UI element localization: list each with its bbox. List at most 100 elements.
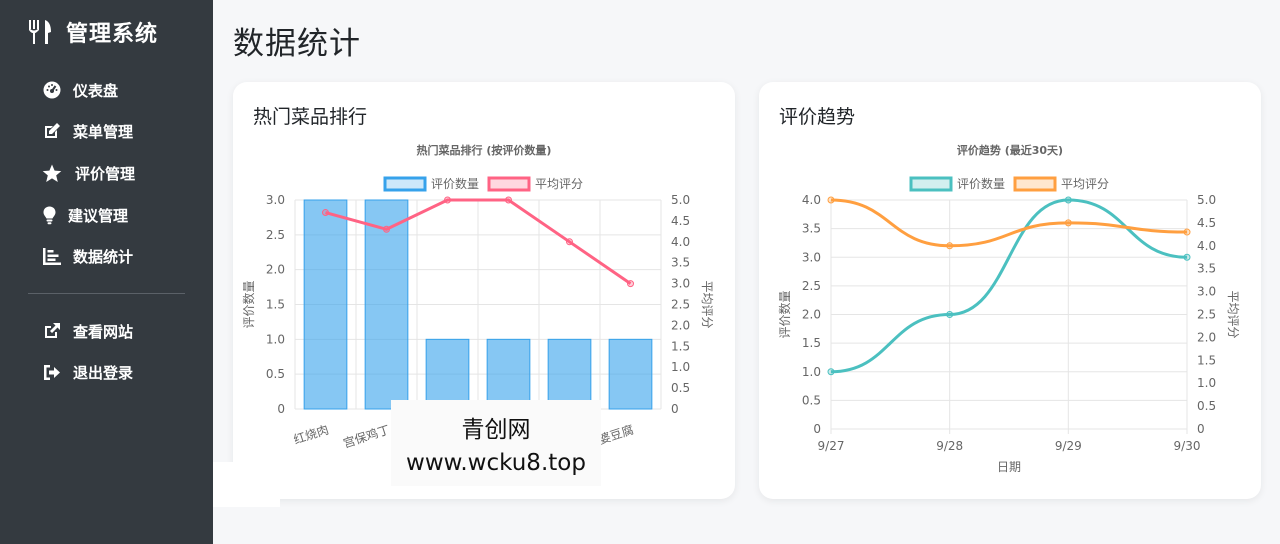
y2-tick-label: 2.0	[671, 318, 690, 332]
sidebar-divider	[28, 293, 185, 294]
bar	[303, 199, 348, 410]
sidebar-item-label: 建议管理	[68, 206, 129, 225]
watermark-url: www.wcku8.top	[406, 450, 586, 476]
star-icon	[42, 163, 62, 183]
sidebar-item-label: 数据统计	[73, 247, 134, 266]
page-title: 数据统计	[233, 26, 361, 62]
bar	[486, 338, 531, 410]
sidebar-item-label: 评价管理	[75, 164, 136, 183]
y-axis-label: 评价数量	[777, 290, 792, 338]
y-tick-label: 2.0	[266, 263, 285, 277]
y-tick-label: 1.0	[802, 365, 821, 379]
brand[interactable]: 管理系统	[28, 14, 158, 50]
review-trend-card: 评价趋势 评价趋势 (最近30天) 评价数量 平均评分 0 0.5 1.0 1.5 2.0 2.…	[759, 82, 1261, 499]
y-tick-label: 2.5	[802, 279, 821, 293]
y-tick-label: 3.0	[266, 193, 285, 207]
x-tick-label: 9/29	[1055, 439, 1082, 453]
watermark: 青创网 www.wcku8.top	[391, 400, 601, 486]
sidebar-item-logout[interactable]: 退出登录	[42, 359, 133, 385]
y2-tick-label: 4.5	[1197, 216, 1216, 230]
sidebar-item-label: 查看网站	[73, 322, 134, 341]
data-point	[1183, 228, 1191, 236]
sidebar-item-label: 退出登录	[73, 363, 134, 382]
y2-tick-label: 2.0	[1197, 330, 1216, 344]
sidebar-item-suggestions[interactable]: 建议管理	[42, 202, 128, 228]
edit-icon	[42, 121, 62, 141]
y2-tick-label: 5.0	[671, 193, 690, 207]
y2-tick-label: 3.0	[671, 277, 690, 291]
legend-label: 平均评分	[1061, 177, 1109, 191]
tachometer-icon	[42, 80, 62, 100]
data-point	[444, 196, 451, 204]
x-tick-label: 宫保鸡丁	[341, 422, 391, 451]
legend-label: 平均评分	[535, 177, 583, 191]
x-tick-label: 红烧肉	[292, 422, 331, 447]
lightbulb-icon	[42, 205, 56, 225]
sign-out-icon	[42, 362, 62, 382]
data-point	[946, 242, 954, 250]
review-trend-chart: 评价趋势 (最近30天) 评价数量 平均评分 0 0.5 1.0 1.5 2.0 2.5 3.0 3…	[777, 143, 1240, 474]
utensils-icon	[29, 20, 51, 44]
y2-tick-label: 3.0	[1197, 285, 1216, 299]
blank-panel	[213, 462, 280, 507]
y2-tick-label: 3.5	[1197, 262, 1216, 276]
y2-axis-label: 平均评分	[700, 280, 714, 328]
y2-tick-label: 1.0	[671, 360, 690, 374]
y2-tick-label: 0	[671, 402, 679, 416]
y2-tick-label: 4.5	[671, 214, 690, 228]
legend-label: 评价数量	[431, 176, 479, 191]
data-point	[827, 196, 835, 204]
sidebar-item-menu[interactable]: 菜单管理	[42, 118, 133, 144]
sidebar: 管理系统 仪表盘 菜单管理 评价管理 建议管理 数据统计 查看网站 退出登录	[0, 0, 213, 544]
data-point	[505, 196, 512, 204]
data-point	[1183, 253, 1191, 261]
data-point	[946, 311, 954, 318]
y2-tick-label: 5.0	[1197, 193, 1216, 207]
watermark-name: 青创网	[461, 417, 531, 443]
sidebar-item-view-site[interactable]: 查看网站	[42, 318, 133, 344]
sidebar-item-label: 仪表盘	[73, 81, 119, 100]
y2-tick-label: 4.0	[1197, 239, 1216, 253]
y2-tick-label: 2.5	[671, 298, 690, 312]
data-point	[322, 209, 329, 217]
y2-tick-label: 0	[1197, 422, 1205, 436]
y-tick-label: 0	[277, 402, 285, 416]
y-tick-label: 0.5	[266, 367, 285, 381]
y-tick-label: 2.0	[802, 308, 821, 322]
y-tick-label: 4.0	[802, 193, 821, 207]
x-axis-label: 日期	[997, 460, 1021, 474]
y-axis-label: 评价数量	[241, 280, 256, 328]
y2-tick-label: 1.5	[1197, 353, 1216, 367]
sidebar-item-statistics[interactable]: 数据统计	[42, 243, 133, 269]
legend-swatch	[1013, 176, 1057, 192]
y-tick-label: 2.5	[266, 228, 285, 242]
y-tick-label: 0.5	[802, 393, 821, 407]
data-point	[827, 368, 835, 376]
data-point	[1064, 196, 1072, 204]
y-tick-label: 1.0	[266, 332, 285, 346]
y2-tick-label: 4.0	[671, 235, 690, 249]
chart-icon	[42, 246, 62, 266]
sidebar-item-reviews[interactable]: 评价管理	[42, 160, 135, 186]
chart-title: 热门菜品排行 (按评价数量)	[417, 143, 552, 157]
y2-tick-label: 0.5	[1197, 399, 1216, 413]
y-tick-label: 1.5	[266, 298, 285, 312]
bar	[547, 338, 592, 410]
y-tick-label: 0	[813, 422, 821, 436]
sidebar-item-dashboard[interactable]: 仪表盘	[42, 77, 118, 103]
sidebar-item-label: 菜单管理	[73, 122, 134, 141]
y-tick-label: 3.0	[802, 250, 821, 264]
bar	[425, 338, 470, 410]
y-tick-label: 1.5	[802, 336, 821, 350]
y2-tick-label: 3.5	[671, 256, 690, 270]
y2-tick-label: 2.5	[1197, 308, 1216, 322]
chart-title: 评价趋势 (最近30天)	[957, 143, 1063, 157]
x-tick-label: 9/30	[1174, 439, 1201, 453]
y2-tick-label: 1.0	[1197, 376, 1216, 390]
bar	[608, 338, 653, 410]
data-point	[383, 225, 390, 233]
x-tick-label: 9/28	[936, 439, 963, 453]
data-point	[566, 238, 573, 246]
app-title: 管理系统	[66, 22, 159, 47]
data-point	[1064, 219, 1072, 227]
